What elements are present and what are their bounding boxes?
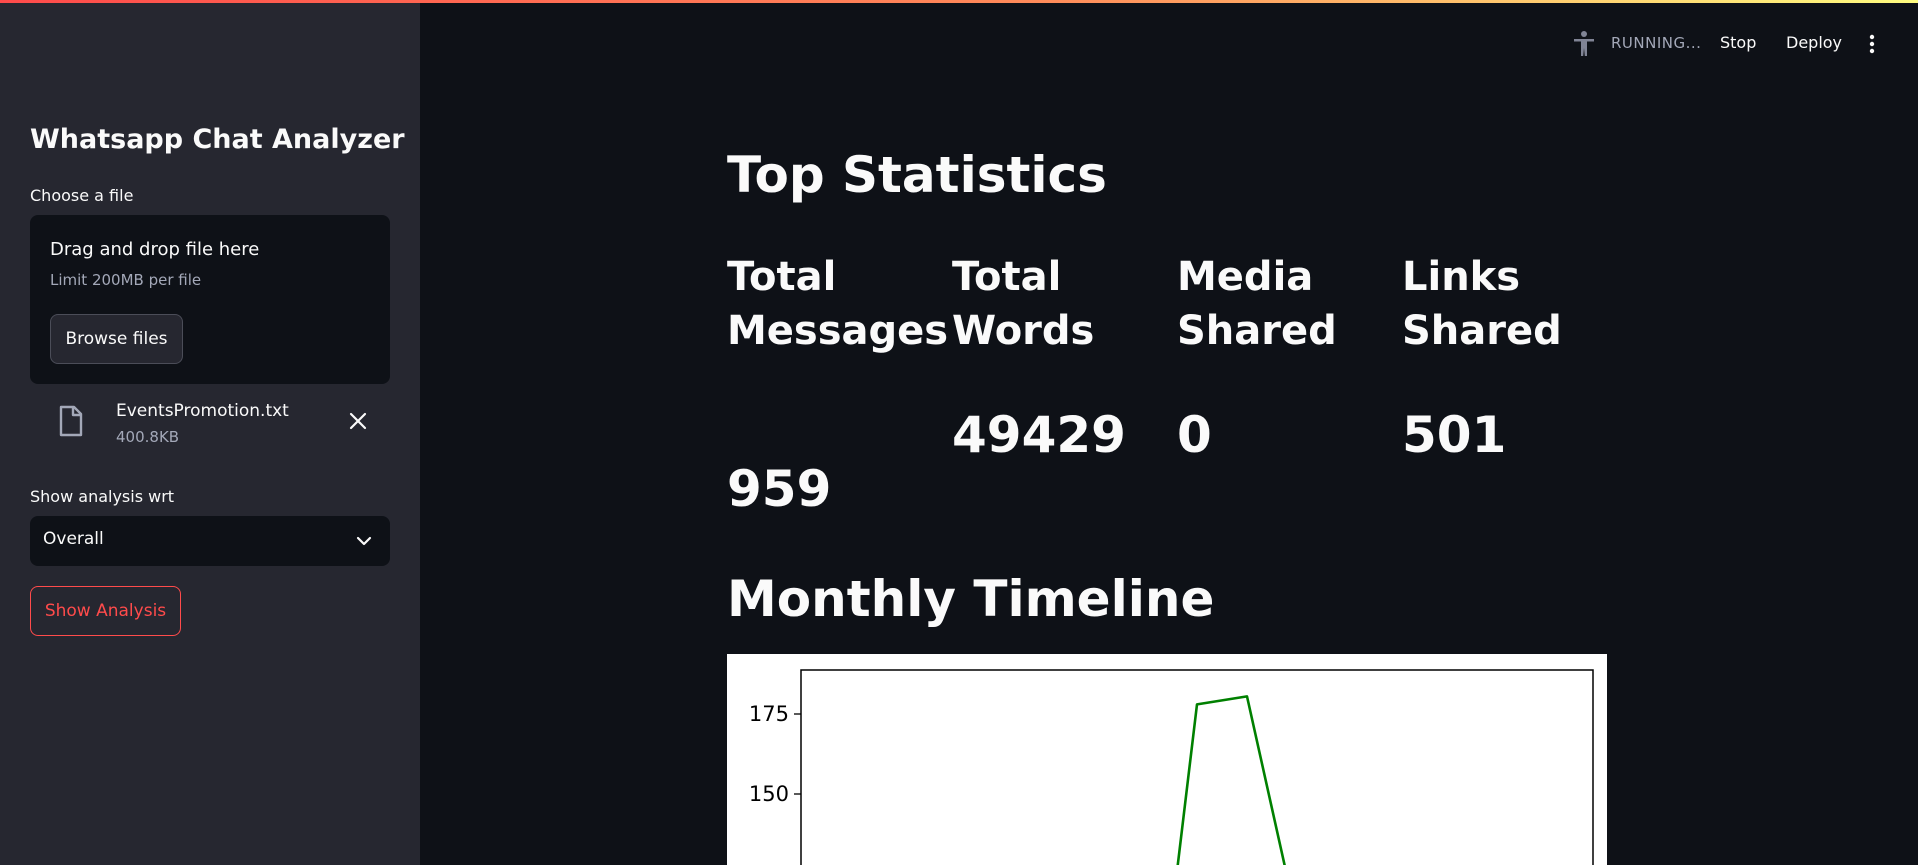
series-line: [1176, 695, 1286, 865]
more-vertical-icon[interactable]: [1866, 33, 1878, 55]
metric-label: Total Words: [952, 254, 1095, 354]
file-icon: [59, 405, 83, 437]
metric-media-shared: Media Shared: [1177, 250, 1392, 358]
uploaded-file-size: 400.8KB: [116, 428, 180, 446]
analysis-select-label: Show analysis wrt: [30, 487, 175, 506]
metric-value: 501: [1402, 406, 1507, 464]
dropzone-title: Drag and drop file here: [50, 239, 260, 260]
metric-value: 0: [1177, 406, 1212, 464]
y-tick-label: 175: [749, 702, 789, 726]
metric-links-shared: Links Shared: [1402, 250, 1617, 358]
plot-frame: [800, 669, 1594, 865]
browse-files-button[interactable]: Browse files: [50, 314, 183, 364]
show-analysis-button[interactable]: Show Analysis: [30, 586, 181, 636]
metric-label: Links Shared: [1402, 254, 1562, 354]
file-uploader-label: Choose a file: [30, 186, 134, 205]
monthly-timeline-chart: 150 175: [727, 654, 1607, 865]
stop-button[interactable]: Stop: [1720, 33, 1756, 52]
monthly-timeline-heading: Monthly Timeline: [727, 570, 1215, 628]
metric-label: Total Messages: [727, 254, 949, 354]
running-status: RUNNING...: [1611, 34, 1702, 52]
uploaded-file: EventsPromotion.txt 400.8KB: [30, 395, 390, 453]
analysis-select[interactable]: Overall: [30, 516, 390, 566]
close-icon[interactable]: [348, 411, 368, 431]
metric-total-messages: Total Messages: [727, 250, 949, 358]
dropzone-limit: Limit 200MB per file: [50, 271, 202, 289]
deploy-button[interactable]: Deploy: [1786, 33, 1842, 52]
sidebar: Whatsapp Chat Analyzer Choose a file Dra…: [0, 0, 420, 865]
running-progress-bar: [0, 0, 1918, 3]
chevron-down-icon: [356, 536, 372, 546]
metric-value: 49429: [952, 406, 1126, 464]
app-title: Whatsapp Chat Analyzer: [30, 124, 405, 155]
y-tick-label: 150: [749, 782, 789, 806]
metric-label: Media Shared: [1177, 254, 1337, 354]
metric-value: 959: [727, 460, 832, 518]
chart-svg: 150 175: [749, 669, 1594, 865]
file-dropzone[interactable]: Drag and drop file here Limit 200MB per …: [30, 215, 390, 384]
top-statistics-heading: Top Statistics: [727, 146, 1107, 204]
metric-total-words: Total Words: [952, 250, 1167, 358]
analysis-select-value: Overall: [43, 529, 104, 549]
uploaded-file-name: EventsPromotion.txt: [116, 401, 289, 421]
